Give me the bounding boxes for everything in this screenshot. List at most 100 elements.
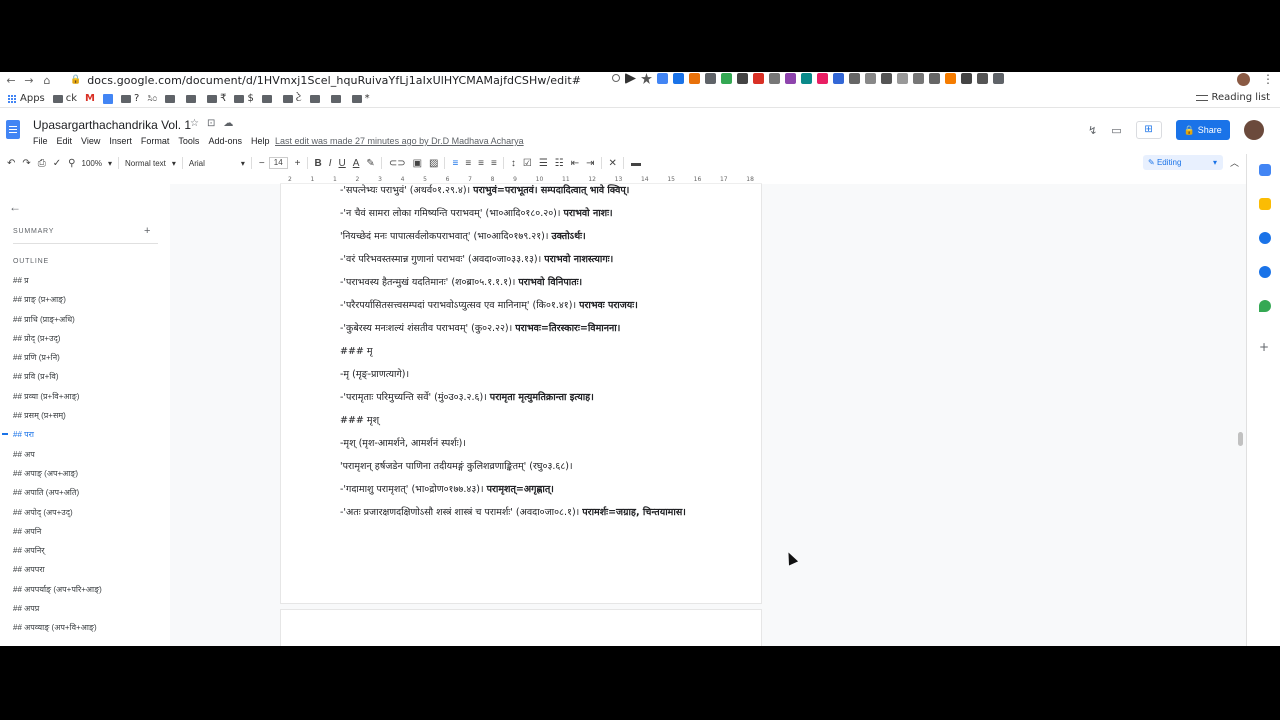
bookmark-folder-d[interactable] xyxy=(309,94,323,103)
address-bar[interactable]: docs.google.com/document/d/1HVmxj1Scel_h… xyxy=(87,74,581,87)
lock-icon[interactable]: 🔒 xyxy=(70,75,81,85)
paragraph[interactable]: -'गदामाशु परामृशत्' (भा०द्रोण०१७७.४३)। प… xyxy=(340,482,710,497)
font-select[interactable]: Arial ▾ xyxy=(189,159,245,168)
contacts-icon[interactable] xyxy=(1259,266,1271,278)
bookmark-folder-a[interactable] xyxy=(165,94,178,103)
present-button[interactable]: ⊞ xyxy=(1135,121,1162,139)
extension-red-icon[interactable] xyxy=(753,73,764,84)
outline-item[interactable]: ## प्र xyxy=(13,275,102,294)
extension-gray7-icon[interactable] xyxy=(913,73,924,84)
extension-gray9-icon[interactable] xyxy=(961,73,972,84)
puzzle-icon[interactable] xyxy=(993,73,1004,84)
undo-icon[interactable]: ↶ xyxy=(7,158,15,169)
increase-indent-icon[interactable]: ⇥ xyxy=(586,158,594,169)
paragraph[interactable]: ### मृश् xyxy=(340,413,710,428)
document-body[interactable]: -'सपत्नेभ्यः पराभुवं' (अथर्व०१.२९.४)। पर… xyxy=(340,184,710,528)
extension-purple-icon[interactable] xyxy=(785,73,796,84)
decrease-indent-icon[interactable]: ⇤ xyxy=(571,158,579,169)
paragraph[interactable]: -'पराभवस्य हैतन्मुखं यदतिमानः' (श०ब्रा०५… xyxy=(340,275,710,290)
keep-icon[interactable] xyxy=(1259,198,1271,210)
extension-green-icon[interactable] xyxy=(721,73,732,84)
move-icon[interactable]: ⊡ xyxy=(207,118,215,129)
style-select[interactable]: Normal text ▾ xyxy=(125,159,176,168)
paragraph[interactable]: -मृश् (मृश-आमर्शने, आमर्शनं स्पर्शः)। xyxy=(340,436,710,451)
align-left-icon[interactable]: ≡ xyxy=(452,158,458,169)
paragraph[interactable]: -'सपत्नेभ्यः पराभुवं' (अथर्व०१.२९.४)। पर… xyxy=(340,184,710,198)
align-center-icon[interactable]: ≡ xyxy=(465,158,471,169)
collapse-menus-icon[interactable]: ︿ xyxy=(1230,156,1239,169)
outline-item[interactable]: ## प्रसम् (प्र+सम्) xyxy=(13,410,102,429)
image-icon[interactable]: ▨ xyxy=(429,158,438,169)
comment-add-icon[interactable]: ▣ xyxy=(413,158,422,169)
paint-format-icon[interactable]: ⚲ xyxy=(68,158,75,169)
bookmark-folder-e[interactable] xyxy=(330,94,344,103)
document-title[interactable]: Upasargarthachandrika Vol. 1 xyxy=(33,118,191,132)
bookmark-dollar[interactable]: $ xyxy=(234,93,254,104)
text-color-icon[interactable]: A xyxy=(353,158,360,169)
extension-gray6-icon[interactable] xyxy=(897,73,908,84)
send-icon[interactable] xyxy=(625,73,636,84)
extension-orange-icon[interactable] xyxy=(689,73,700,84)
underline-icon[interactable]: U xyxy=(339,158,346,169)
outline-item[interactable]: ## अपनिर् xyxy=(13,545,102,564)
extension-blue2-icon[interactable] xyxy=(673,73,684,84)
profile-avatar[interactable] xyxy=(1237,73,1250,86)
maps-icon[interactable] xyxy=(1259,300,1271,312)
add-summary-icon[interactable]: + xyxy=(144,225,150,237)
bookmark-star[interactable]: * xyxy=(351,93,370,104)
menu-help[interactable]: Help xyxy=(251,136,270,146)
comment-icon[interactable]: ▭ xyxy=(1111,124,1121,137)
extension-blue-icon[interactable] xyxy=(657,73,668,84)
print-icon[interactable]: ⎙ xyxy=(38,158,46,169)
outline-item[interactable]: ## प्राङ् (प्र+आङ्) xyxy=(13,294,102,313)
bookmark-calendar[interactable] xyxy=(103,93,113,104)
menu-format[interactable]: Format xyxy=(141,136,170,146)
docs-logo-icon[interactable] xyxy=(6,120,20,139)
outline-item[interactable]: ## परा xyxy=(2,429,102,448)
bookmark-folder-c[interactable] xyxy=(261,94,275,103)
highlight-icon[interactable]: ✎ xyxy=(366,158,374,169)
last-edit-link[interactable]: Last edit was made 27 minutes ago by Dr.… xyxy=(275,136,524,146)
scrollbar-thumb[interactable] xyxy=(1238,432,1243,446)
line-spacing-icon[interactable]: ↕ xyxy=(511,158,516,169)
bookmark-gujarati[interactable]: ટે xyxy=(282,93,302,104)
paragraph[interactable]: -'वरं परिभवस्तस्मान्न गुणानां पराभवः' (अ… xyxy=(340,252,710,267)
extension-orange2-icon[interactable] xyxy=(945,73,956,84)
browser-menu-icon[interactable]: ⋮ xyxy=(1262,72,1274,86)
input-tools-icon[interactable]: ▬ xyxy=(631,158,641,169)
star-icon[interactable] xyxy=(641,73,652,84)
bookmark-gmail[interactable]: M xyxy=(85,93,95,104)
paragraph[interactable]: 'नियच्छेदं मनः पापात्सर्वलोकपराभवात्' (भ… xyxy=(340,229,710,244)
document-page-next[interactable] xyxy=(280,609,762,646)
search-icon[interactable] xyxy=(612,74,620,82)
outline-item[interactable]: ## अपाङ् (अप+आङ्) xyxy=(13,468,102,487)
outline-item[interactable]: ## प्रव्या (प्र+वि+आङ्) xyxy=(13,391,102,410)
outline-item[interactable]: ## अप xyxy=(13,449,102,468)
extension-teal-icon[interactable] xyxy=(801,73,812,84)
menu-view[interactable]: View xyxy=(81,136,100,146)
extension-gray8-icon[interactable] xyxy=(929,73,940,84)
bookmark-rupee[interactable]: ₹ xyxy=(207,93,226,104)
paragraph[interactable]: 'परामृशन् हर्षजडेन पाणिना तदीयमङ्गं कुलि… xyxy=(340,459,710,474)
paragraph[interactable]: ### मृ xyxy=(340,344,710,359)
reading-list[interactable]: Reading list xyxy=(1195,92,1270,103)
star-icon[interactable]: ☆ xyxy=(190,118,199,129)
home-icon[interactable]: ⌂ xyxy=(40,74,54,87)
paragraph[interactable]: -मृ (मृङ्-प्राणत्यागे)। xyxy=(340,367,710,382)
menu-addons[interactable]: Add-ons xyxy=(208,136,242,146)
activity-icon[interactable]: ↯ xyxy=(1088,124,1097,137)
document-page[interactable]: -'सपत्नेभ्यः पराभुवं' (अथर्व०१.२९.४)। पर… xyxy=(280,184,762,604)
align-right-icon[interactable]: ≡ xyxy=(478,158,484,169)
bookmark-question[interactable]: ? xyxy=(121,93,139,104)
outline-item[interactable]: ## अपपर्याङ् (अप+परि+आङ्) xyxy=(13,584,102,603)
menu-insert[interactable]: Insert xyxy=(109,136,132,146)
extension-gray-icon[interactable] xyxy=(705,73,716,84)
back-icon[interactable]: ← xyxy=(4,74,18,87)
extension-pink-icon[interactable] xyxy=(817,73,828,84)
paragraph[interactable]: -'अतः प्रजारक्षणदक्षिणोऽसौ शस्त्रं शास्त… xyxy=(340,505,710,520)
align-justify-icon[interactable]: ≡ xyxy=(491,158,497,169)
italic-icon[interactable]: I xyxy=(329,158,332,169)
outline-item[interactable]: ## प्रणि (प्र+नि) xyxy=(13,352,102,371)
menu-tools[interactable]: Tools xyxy=(178,136,199,146)
outline-item[interactable]: ## प्राधि (प्राङ्+अधि) xyxy=(13,314,102,333)
